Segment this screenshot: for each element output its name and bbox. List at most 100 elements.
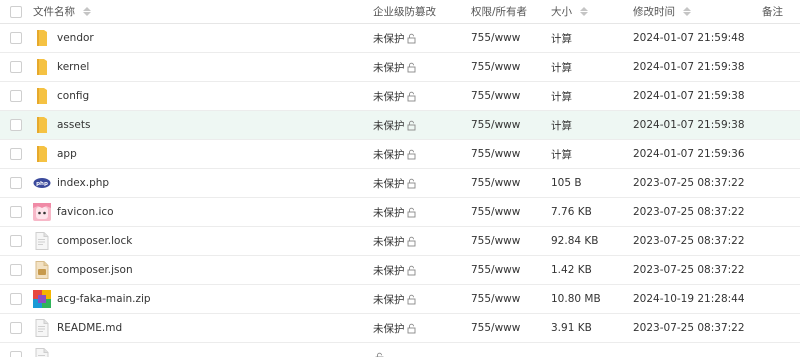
permission-owner[interactable]: 755/www [471, 148, 520, 160]
table-row[interactable]: acg-faka-main.zip 未保护 755/www 10.80 MB 2024-… [0, 285, 800, 314]
row-checkbox[interactable] [10, 119, 22, 131]
calculate-size-link[interactable]: 计算 [551, 118, 572, 133]
file-name[interactable]: index.php [57, 177, 109, 189]
file-name-cell[interactable]: favicon.ico [33, 198, 363, 226]
table-row[interactable]: kernel 未保护 755/www 计算 2024-01-07 21:59:38 [0, 53, 800, 82]
protection-cell[interactable]: 未保护 [373, 198, 463, 226]
row-checkbox[interactable] [10, 322, 22, 334]
unlock-icon[interactable] [406, 323, 417, 334]
protection-status[interactable]: 未保护 [373, 205, 405, 220]
permission-owner[interactable]: 755/www [471, 90, 520, 102]
permission-owner[interactable]: 755/www [471, 293, 520, 305]
sort-icon[interactable] [580, 7, 588, 16]
table-row[interactable]: composer.lock 未保护 755/www 92.84 KB 2023-07-2… [0, 227, 800, 256]
file-name-cell[interactable]: php index.php [33, 169, 363, 197]
table-row[interactable]: composer.json 未保护 755/www 1.42 KB 2023-07-25… [0, 256, 800, 285]
table-row[interactable]: favicon.ico 未保护 755/www 7.76 KB 2023-07-25 0… [0, 198, 800, 227]
file-name-cell[interactable]: assets [33, 111, 363, 139]
protection-status[interactable]: 未保护 [373, 147, 405, 162]
row-checkbox[interactable] [10, 148, 22, 160]
calculate-size-link[interactable]: 计算 [551, 31, 572, 46]
file-name-cell[interactable] [33, 343, 363, 357]
file-name-cell[interactable]: composer.lock [33, 227, 363, 255]
unlock-icon[interactable] [406, 33, 417, 44]
unlock-icon[interactable] [406, 265, 417, 276]
table-row[interactable]: vendor 未保护 755/www 计算 2024-01-07 21:59:48 [0, 24, 800, 53]
protection-cell[interactable]: 未保护 [373, 256, 463, 284]
protection-status[interactable]: 未保护 [373, 60, 405, 75]
file-name-cell[interactable]: composer.json [33, 256, 363, 284]
unlock-icon[interactable] [406, 178, 417, 189]
protection-cell[interactable]: 未保护 [373, 111, 463, 139]
protection-cell[interactable]: 未保护 [373, 314, 463, 342]
permission-owner[interactable]: 755/www [471, 61, 520, 73]
unlock-icon[interactable] [374, 352, 385, 357]
permission-owner[interactable]: 755/www [471, 32, 520, 44]
name-column-header[interactable]: 文件名称 [33, 0, 363, 23]
select-all-checkbox[interactable] [10, 5, 22, 18]
file-name[interactable]: composer.json [57, 264, 133, 276]
table-row[interactable]: config 未保护 755/www 计算 2024-01-07 21:59:38 [0, 82, 800, 111]
permission-owner[interactable]: 755/www [471, 235, 520, 247]
file-name-cell[interactable]: vendor [33, 24, 363, 52]
protection-status[interactable]: 未保护 [373, 31, 405, 46]
protection-cell[interactable]: 未保护 [373, 227, 463, 255]
protection-status[interactable]: 未保护 [373, 176, 405, 191]
unlock-icon[interactable] [406, 207, 417, 218]
protection-status[interactable]: 未保护 [373, 263, 405, 278]
modified-column-header[interactable]: 修改时间 [633, 0, 758, 23]
table-row[interactable]: README.md 未保护 755/www 3.91 KB 2023-07-25 08:… [0, 314, 800, 343]
table-row[interactable]: app 未保护 755/www 计算 2024-01-07 21:59:36 [0, 140, 800, 169]
row-checkbox[interactable] [10, 177, 22, 189]
unlock-icon[interactable] [406, 236, 417, 247]
file-name[interactable]: favicon.ico [57, 206, 114, 218]
unlock-icon[interactable] [406, 149, 417, 160]
file-name[interactable]: acg-faka-main.zip [57, 293, 151, 305]
protection-cell[interactable]: 未保护 [373, 53, 463, 81]
protection-cell[interactable]: 未保护 [373, 169, 463, 197]
protection-cell[interactable]: 未保护 [373, 82, 463, 110]
table-row[interactable]: assets 未保护 755/www 计算 2024-01-07 21:59:38 [0, 111, 800, 140]
file-name[interactable]: composer.lock [57, 235, 132, 247]
sort-icon[interactable] [683, 7, 691, 16]
protection-cell[interactable]: 未保护 [373, 24, 463, 52]
permission-owner[interactable]: 755/www [471, 119, 520, 131]
row-checkbox[interactable] [10, 32, 22, 44]
row-checkbox[interactable] [10, 351, 22, 357]
row-checkbox[interactable] [10, 206, 22, 218]
unlock-icon[interactable] [406, 91, 417, 102]
file-name[interactable]: vendor [57, 32, 94, 44]
protection-cell[interactable] [373, 343, 463, 357]
unlock-icon[interactable] [406, 120, 417, 131]
protection-status[interactable]: 未保护 [373, 292, 405, 307]
permission-owner[interactable]: 755/www [471, 177, 520, 189]
table-row[interactable]: php index.php 未保护 755/www 105 B 2023-07-25 08… [0, 169, 800, 198]
file-name[interactable]: README.md [57, 322, 122, 334]
permission-owner[interactable]: 755/www [471, 206, 520, 218]
protection-status[interactable]: 未保护 [373, 234, 405, 249]
protection-status[interactable]: 未保护 [373, 118, 405, 133]
row-checkbox[interactable] [10, 235, 22, 247]
file-name[interactable]: config [57, 90, 89, 102]
calculate-size-link[interactable]: 计算 [551, 89, 572, 104]
file-name[interactable]: assets [57, 119, 90, 131]
file-name[interactable]: app [57, 148, 77, 160]
permission-owner[interactable]: 755/www [471, 264, 520, 276]
protection-cell[interactable]: 未保护 [373, 140, 463, 168]
file-name-cell[interactable]: kernel [33, 53, 363, 81]
permission-owner[interactable]: 755/www [471, 322, 520, 334]
calculate-size-link[interactable]: 计算 [551, 147, 572, 162]
protection-cell[interactable]: 未保护 [373, 285, 463, 313]
row-checkbox[interactable] [10, 293, 22, 305]
file-name-cell[interactable]: config [33, 82, 363, 110]
file-name-cell[interactable]: app [33, 140, 363, 168]
file-name-cell[interactable]: README.md [33, 314, 363, 342]
unlock-icon[interactable] [406, 62, 417, 73]
unlock-icon[interactable] [406, 294, 417, 305]
table-row[interactable] [0, 343, 800, 357]
protection-status[interactable]: 未保护 [373, 89, 405, 104]
file-name[interactable]: kernel [57, 61, 89, 73]
file-name-cell[interactable]: acg-faka-main.zip [33, 285, 363, 313]
row-checkbox[interactable] [10, 90, 22, 102]
row-checkbox[interactable] [10, 264, 22, 276]
